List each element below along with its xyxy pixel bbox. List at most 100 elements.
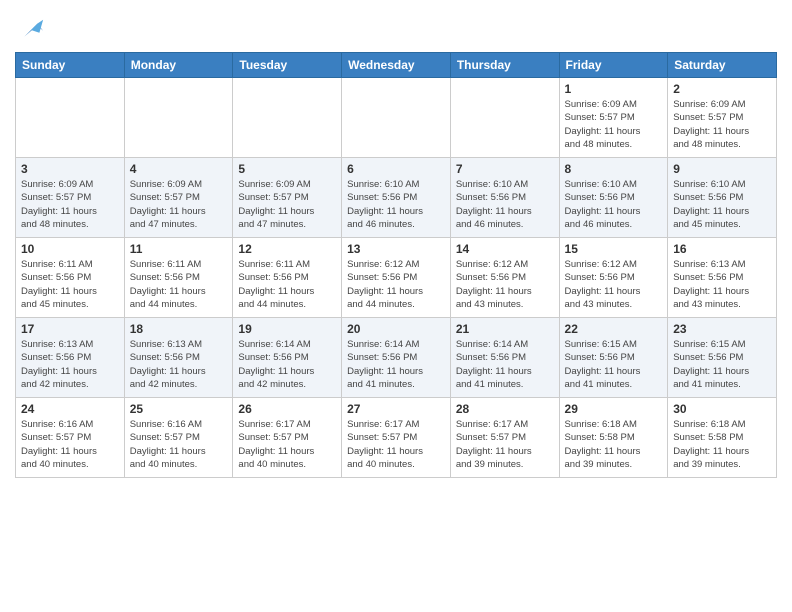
day-info: Sunrise: 6:18 AM Sunset: 5:58 PM Dayligh…: [565, 418, 663, 471]
calendar-cell: 30 Sunrise: 6:18 AM Sunset: 5:58 PM Dayli…: [668, 398, 777, 478]
calendar-cell: 2Sunrise: 6:09 AM Sunset: 5:57 PM Daylig…: [668, 78, 777, 158]
day-number: 17: [21, 322, 119, 336]
calendar-cell: 20 Sunrise: 6:14 AM Sunset: 5:56 PM Dayli…: [342, 318, 451, 398]
day-number: 12: [238, 242, 336, 256]
calendar-cell: 21 Sunrise: 6:14 AM Sunset: 5:56 PM Dayli…: [450, 318, 559, 398]
day-number: 20: [347, 322, 445, 336]
calendar-cell: 25 Sunrise: 6:16 AM Sunset: 5:57 PM Dayli…: [124, 398, 233, 478]
calendar-cell: 12Sunrise: 6:11 AM Sunset: 5:56 PM Dayli…: [233, 238, 342, 318]
calendar-cell: 23 Sunrise: 6:15 AM Sunset: 5:56 PM Dayli…: [668, 318, 777, 398]
week-row-2: 3Sunrise: 6:09 AM Sunset: 5:57 PM Daylig…: [16, 158, 777, 238]
day-number: 15: [565, 242, 663, 256]
calendar-cell: [16, 78, 125, 158]
calendar-cell: 4 Sunrise: 6:09 AM Sunset: 5:57 PM Daylig…: [124, 158, 233, 238]
day-number: 26: [238, 402, 336, 416]
day-number: 14: [456, 242, 554, 256]
calendar-cell: 17 Sunrise: 6:13 AM Sunset: 5:56 PM Dayli…: [16, 318, 125, 398]
day-info: Sunrise: 6:09 AM Sunset: 5:57 PM Dayligh…: [565, 98, 663, 151]
day-header-sunday: Sunday: [16, 53, 125, 78]
calendar-cell: 19 Sunrise: 6:14 AM Sunset: 5:56 PM Dayli…: [233, 318, 342, 398]
calendar-cell: 1 Sunrise: 6:09 AM Sunset: 5:57 PM Daylig…: [559, 78, 668, 158]
logo: [15, 16, 45, 44]
calendar-cell: 7 Sunrise: 6:10 AM Sunset: 5:56 PM Daylig…: [450, 158, 559, 238]
week-row-4: 17 Sunrise: 6:13 AM Sunset: 5:56 PM Dayli…: [16, 318, 777, 398]
day-number: 29: [565, 402, 663, 416]
calendar-cell: 27 Sunrise: 6:17 AM Sunset: 5:57 PM Dayli…: [342, 398, 451, 478]
day-info: Sunrise: 6:14 AM Sunset: 5:56 PM Dayligh…: [238, 338, 336, 391]
calendar-cell: 11 Sunrise: 6:11 AM Sunset: 5:56 PM Dayli…: [124, 238, 233, 318]
calendar-cell: [233, 78, 342, 158]
page-header: [15, 10, 777, 44]
calendar-cell: 6Sunrise: 6:10 AM Sunset: 5:56 PM Daylig…: [342, 158, 451, 238]
day-info: Sunrise: 6:10 AM Sunset: 5:56 PM Dayligh…: [347, 178, 445, 231]
calendar-cell: 26 Sunrise: 6:17 AM Sunset: 5:57 PM Dayli…: [233, 398, 342, 478]
day-info: Sunrise: 6:15 AM Sunset: 5:56 PM Dayligh…: [565, 338, 663, 391]
day-header-thursday: Thursday: [450, 53, 559, 78]
day-info: Sunrise: 6:12 AM Sunset: 5:56 PM Dayligh…: [456, 258, 554, 311]
day-number: 24: [21, 402, 119, 416]
week-row-1: 1 Sunrise: 6:09 AM Sunset: 5:57 PM Daylig…: [16, 78, 777, 158]
day-info: Sunrise: 6:12 AM Sunset: 5:56 PM Dayligh…: [347, 258, 445, 311]
day-number: 25: [130, 402, 228, 416]
calendar-cell: 8 Sunrise: 6:10 AM Sunset: 5:56 PM Daylig…: [559, 158, 668, 238]
day-number: 11: [130, 242, 228, 256]
calendar-cell: 5 Sunrise: 6:09 AM Sunset: 5:57 PM Daylig…: [233, 158, 342, 238]
day-info: Sunrise: 6:09 AM Sunset: 5:57 PM Dayligh…: [21, 178, 119, 231]
day-info: Sunrise: 6:09 AM Sunset: 5:57 PM Dayligh…: [673, 98, 771, 151]
day-number: 19: [238, 322, 336, 336]
day-info: Sunrise: 6:09 AM Sunset: 5:57 PM Dayligh…: [238, 178, 336, 231]
calendar-cell: [124, 78, 233, 158]
day-number: 7: [456, 162, 554, 176]
day-number: 27: [347, 402, 445, 416]
calendar-cell: 3Sunrise: 6:09 AM Sunset: 5:57 PM Daylig…: [16, 158, 125, 238]
day-info: Sunrise: 6:18 AM Sunset: 5:58 PM Dayligh…: [673, 418, 771, 471]
day-number: 22: [565, 322, 663, 336]
day-number: 21: [456, 322, 554, 336]
day-info: Sunrise: 6:13 AM Sunset: 5:56 PM Dayligh…: [21, 338, 119, 391]
calendar-cell: [342, 78, 451, 158]
day-info: Sunrise: 6:13 AM Sunset: 5:56 PM Dayligh…: [673, 258, 771, 311]
day-number: 23: [673, 322, 771, 336]
day-number: 30: [673, 402, 771, 416]
day-info: Sunrise: 6:12 AM Sunset: 5:56 PM Dayligh…: [565, 258, 663, 311]
day-header-friday: Friday: [559, 53, 668, 78]
calendar-cell: 16 Sunrise: 6:13 AM Sunset: 5:56 PM Dayli…: [668, 238, 777, 318]
day-number: 16: [673, 242, 771, 256]
day-number: 10: [21, 242, 119, 256]
day-info: Sunrise: 6:14 AM Sunset: 5:56 PM Dayligh…: [347, 338, 445, 391]
week-row-3: 10 Sunrise: 6:11 AM Sunset: 5:56 PM Dayli…: [16, 238, 777, 318]
day-header-monday: Monday: [124, 53, 233, 78]
day-number: 4: [130, 162, 228, 176]
day-header-wednesday: Wednesday: [342, 53, 451, 78]
day-info: Sunrise: 6:13 AM Sunset: 5:56 PM Dayligh…: [130, 338, 228, 391]
calendar-cell: [450, 78, 559, 158]
day-info: Sunrise: 6:15 AM Sunset: 5:56 PM Dayligh…: [673, 338, 771, 391]
day-number: 1: [565, 82, 663, 96]
calendar-table: SundayMondayTuesdayWednesdayThursdayFrid…: [15, 52, 777, 478]
day-info: Sunrise: 6:10 AM Sunset: 5:56 PM Dayligh…: [673, 178, 771, 231]
day-header-tuesday: Tuesday: [233, 53, 342, 78]
calendar-cell: 18 Sunrise: 6:13 AM Sunset: 5:56 PM Dayli…: [124, 318, 233, 398]
calendar-cell: 14 Sunrise: 6:12 AM Sunset: 5:56 PM Dayli…: [450, 238, 559, 318]
logo-icon: [17, 16, 45, 44]
day-info: Sunrise: 6:09 AM Sunset: 5:57 PM Dayligh…: [130, 178, 228, 231]
day-number: 13: [347, 242, 445, 256]
day-info: Sunrise: 6:11 AM Sunset: 5:56 PM Dayligh…: [21, 258, 119, 311]
day-info: Sunrise: 6:17 AM Sunset: 5:57 PM Dayligh…: [238, 418, 336, 471]
day-info: Sunrise: 6:14 AM Sunset: 5:56 PM Dayligh…: [456, 338, 554, 391]
day-info: Sunrise: 6:16 AM Sunset: 5:57 PM Dayligh…: [130, 418, 228, 471]
day-number: 9: [673, 162, 771, 176]
day-number: 28: [456, 402, 554, 416]
week-row-5: 24 Sunrise: 6:16 AM Sunset: 5:57 PM Dayli…: [16, 398, 777, 478]
day-info: Sunrise: 6:17 AM Sunset: 5:57 PM Dayligh…: [347, 418, 445, 471]
day-number: 8: [565, 162, 663, 176]
day-info: Sunrise: 6:10 AM Sunset: 5:56 PM Dayligh…: [456, 178, 554, 231]
day-info: Sunrise: 6:10 AM Sunset: 5:56 PM Dayligh…: [565, 178, 663, 231]
day-header-saturday: Saturday: [668, 53, 777, 78]
calendar-cell: 9 Sunrise: 6:10 AM Sunset: 5:56 PM Daylig…: [668, 158, 777, 238]
calendar-cell: 22 Sunrise: 6:15 AM Sunset: 5:56 PM Dayli…: [559, 318, 668, 398]
day-info: Sunrise: 6:11 AM Sunset: 5:56 PM Dayligh…: [130, 258, 228, 311]
day-number: 5: [238, 162, 336, 176]
day-number: 18: [130, 322, 228, 336]
calendar-cell: 15 Sunrise: 6:12 AM Sunset: 5:56 PM Dayli…: [559, 238, 668, 318]
